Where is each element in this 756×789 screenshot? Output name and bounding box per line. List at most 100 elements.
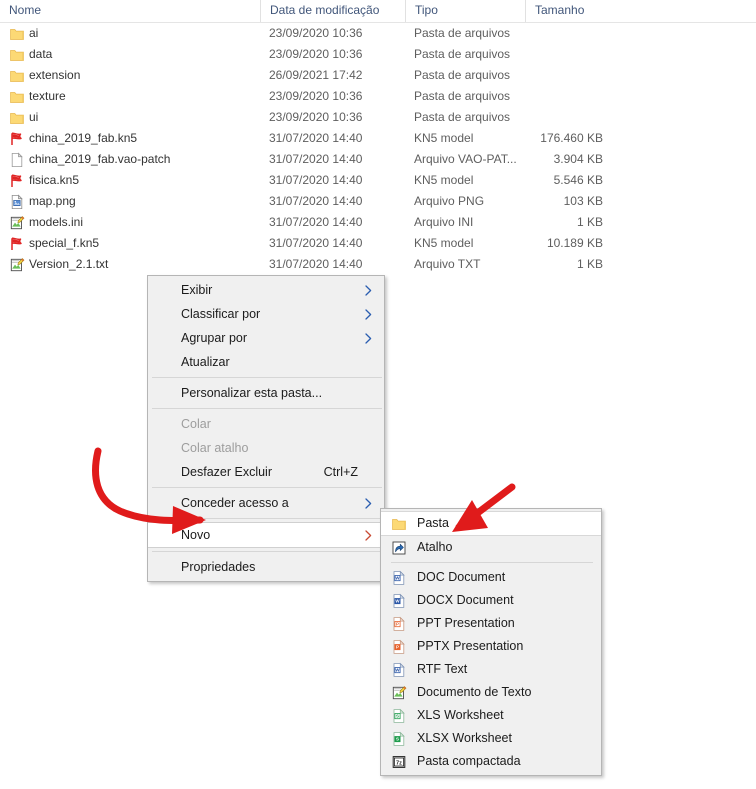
menu-separator — [152, 487, 382, 488]
file-list[interactable]: ai 23/09/2020 10:36 Pasta de arquivos data 2… — [0, 23, 756, 275]
cell-date: 23/09/2020 10:36 — [269, 89, 363, 103]
svg-text:P: P — [396, 644, 399, 649]
cell-name: Version_2.1.txt — [29, 257, 109, 271]
menu-item-shortcut: Ctrl+Z — [323, 465, 358, 479]
folder-icon — [9, 47, 25, 63]
submenu-item-pasta-compactada[interactable]: 7z Pasta compactada — [381, 750, 601, 773]
new-item-submenu[interactable]: Pasta Atalho W DOC Document W DOCX Document P P… — [380, 508, 602, 776]
menu-item-colar: Colar — [148, 412, 384, 436]
cell-size: 1 KB — [576, 257, 603, 271]
submenu-item-xls-worksheet[interactable]: S XLS Worksheet — [381, 704, 601, 727]
submenu-item-atalho[interactable]: Atalho — [381, 536, 601, 559]
powerpoint-pptx-icon: P — [391, 639, 408, 656]
cell-name: data — [29, 47, 53, 61]
submenu-item-documento-de-texto[interactable]: Documento de Texto — [381, 681, 601, 704]
column-header-tamanho[interactable]: Tamanho — [525, 0, 645, 22]
table-row[interactable]: china_2019_fab.kn5 31/07/2020 14:40 KN5 mo… — [0, 128, 756, 149]
table-row[interactable]: ui 23/09/2020 10:36 Pasta de arquivos — [0, 107, 756, 128]
menu-item-classificar-por[interactable]: Classificar por — [148, 302, 384, 326]
cell-date: 31/07/2020 14:40 — [269, 131, 363, 145]
svg-text:P: P — [396, 621, 399, 626]
folder-icon — [391, 516, 408, 533]
submenu-item-label: DOC Document — [417, 570, 506, 584]
cell-name: special_f.kn5 — [29, 236, 100, 250]
text-editor-icon — [9, 257, 25, 273]
cell-date: 31/07/2020 14:40 — [269, 236, 363, 250]
submenu-item-label: DOCX Document — [417, 593, 514, 607]
submenu-item-pasta[interactable]: Pasta — [381, 511, 601, 536]
table-row[interactable]: map.png 31/07/2020 14:40 Arquivo PNG 103 KB — [0, 191, 756, 212]
submenu-item-doc-document[interactable]: W DOC Document — [381, 566, 601, 589]
menu-item-label: Conceder acesso a — [181, 496, 289, 510]
menu-item-label: Novo — [181, 528, 211, 542]
cell-date: 23/09/2020 10:36 — [269, 110, 363, 124]
submenu-item-ppt-presentation[interactable]: P PPT Presentation — [381, 612, 601, 635]
cell-size — [500, 65, 603, 86]
context-menu[interactable]: Exibir Classificar por Agrupar por Atualiza… — [147, 275, 385, 582]
menu-item-colar-atalho: Colar atalho — [148, 436, 384, 460]
zip-folder-icon: 7z — [391, 754, 408, 771]
menu-item-exibir[interactable]: Exibir — [148, 278, 384, 302]
word-doc-icon: W — [391, 570, 408, 587]
menu-item-desfazer-excluir[interactable]: Desfazer Excluir Ctrl+Z — [148, 460, 384, 484]
cell-date: 31/07/2020 14:40 — [269, 173, 363, 187]
submenu-item-label: XLSX Worksheet — [417, 731, 512, 745]
table-row[interactable]: texture 23/09/2020 10:36 Pasta de arquivos — [0, 86, 756, 107]
menu-item-propriedades[interactable]: Propriedades — [148, 555, 384, 579]
cell-name: ui — [29, 110, 39, 124]
chevron-right-icon — [365, 491, 372, 515]
menu-item-conceder-acesso-a[interactable]: Conceder acesso a — [148, 491, 384, 515]
chevron-right-icon — [365, 302, 372, 326]
cell-size — [500, 107, 603, 128]
table-row[interactable]: fisica.kn5 31/07/2020 14:40 KN5 model 5.546… — [0, 170, 756, 191]
rtf-text-icon: W — [391, 662, 408, 679]
submenu-item-docx-document[interactable]: W DOCX Document — [381, 589, 601, 612]
word-docx-icon: W — [391, 593, 408, 610]
cell-size: 176.460 KB — [540, 131, 603, 145]
menu-item-novo[interactable]: Novo — [148, 522, 384, 548]
menu-item-atualizar[interactable]: Atualizar — [148, 350, 384, 374]
cell-date: 31/07/2020 14:40 — [269, 215, 363, 229]
cell-size — [500, 44, 603, 65]
cell-size: 3.904 KB — [553, 152, 603, 166]
menu-separator — [152, 518, 382, 519]
column-header-tipo[interactable]: Tipo — [405, 0, 525, 22]
table-row[interactable]: china_2019_fab.vao-patch 31/07/2020 14:40… — [0, 149, 756, 170]
submenu-item-label: Documento de Texto — [417, 685, 532, 699]
cell-name: map.png — [29, 194, 76, 208]
menu-item-label: Colar — [181, 417, 211, 431]
submenu-item-xlsx-worksheet[interactable]: S XLSX Worksheet — [381, 727, 601, 750]
text-editor-icon — [391, 685, 408, 702]
cell-date: 31/07/2020 14:40 — [269, 152, 363, 166]
cell-size — [500, 86, 603, 107]
cell-date: 23/09/2020 10:36 — [269, 47, 363, 61]
menu-separator — [152, 551, 382, 552]
submenu-item-label: PPT Presentation — [417, 616, 515, 630]
table-row[interactable]: ai 23/09/2020 10:36 Pasta de arquivos — [0, 23, 756, 44]
table-row[interactable]: extension 26/09/2021 17:42 Pasta de arquiv… — [0, 65, 756, 86]
submenu-item-pptx-presentation[interactable]: P PPTX Presentation — [381, 635, 601, 658]
menu-item-personalizar-esta-pasta[interactable]: Personalizar esta pasta... — [148, 381, 384, 405]
cell-size: 103 KB — [563, 194, 603, 208]
kn5-model-icon — [9, 173, 25, 189]
menu-item-label: Agrupar por — [181, 331, 248, 345]
submenu-item-rtf-text[interactable]: W RTF Text — [381, 658, 601, 681]
svg-text:7z: 7z — [396, 760, 402, 766]
column-header-nome[interactable]: Nome — [0, 0, 260, 22]
kn5-model-icon — [9, 236, 25, 252]
submenu-item-label: Atalho — [417, 540, 453, 554]
cell-name: ai — [29, 26, 39, 40]
folder-icon — [9, 68, 25, 84]
table-row[interactable]: models.ini 31/07/2020 14:40 Arquivo INI 1 K… — [0, 212, 756, 233]
column-header-data-modificacao[interactable]: Data de modificação — [260, 0, 405, 22]
cell-name: fisica.kn5 — [29, 173, 80, 187]
menu-item-agrupar-por[interactable]: Agrupar por — [148, 326, 384, 350]
table-row[interactable]: Version_2.1.txt 31/07/2020 14:40 Arquivo T… — [0, 254, 756, 275]
text-editor-icon — [9, 215, 25, 231]
excel-xlsx-icon: S — [391, 731, 408, 748]
table-row[interactable]: special_f.kn5 31/07/2020 14:40 KN5 model 10… — [0, 233, 756, 254]
cell-size: 5.546 KB — [553, 173, 603, 187]
table-row[interactable]: data 23/09/2020 10:36 Pasta de arquivos — [0, 44, 756, 65]
menu-item-label: Exibir — [181, 283, 213, 297]
folder-icon — [9, 110, 25, 126]
